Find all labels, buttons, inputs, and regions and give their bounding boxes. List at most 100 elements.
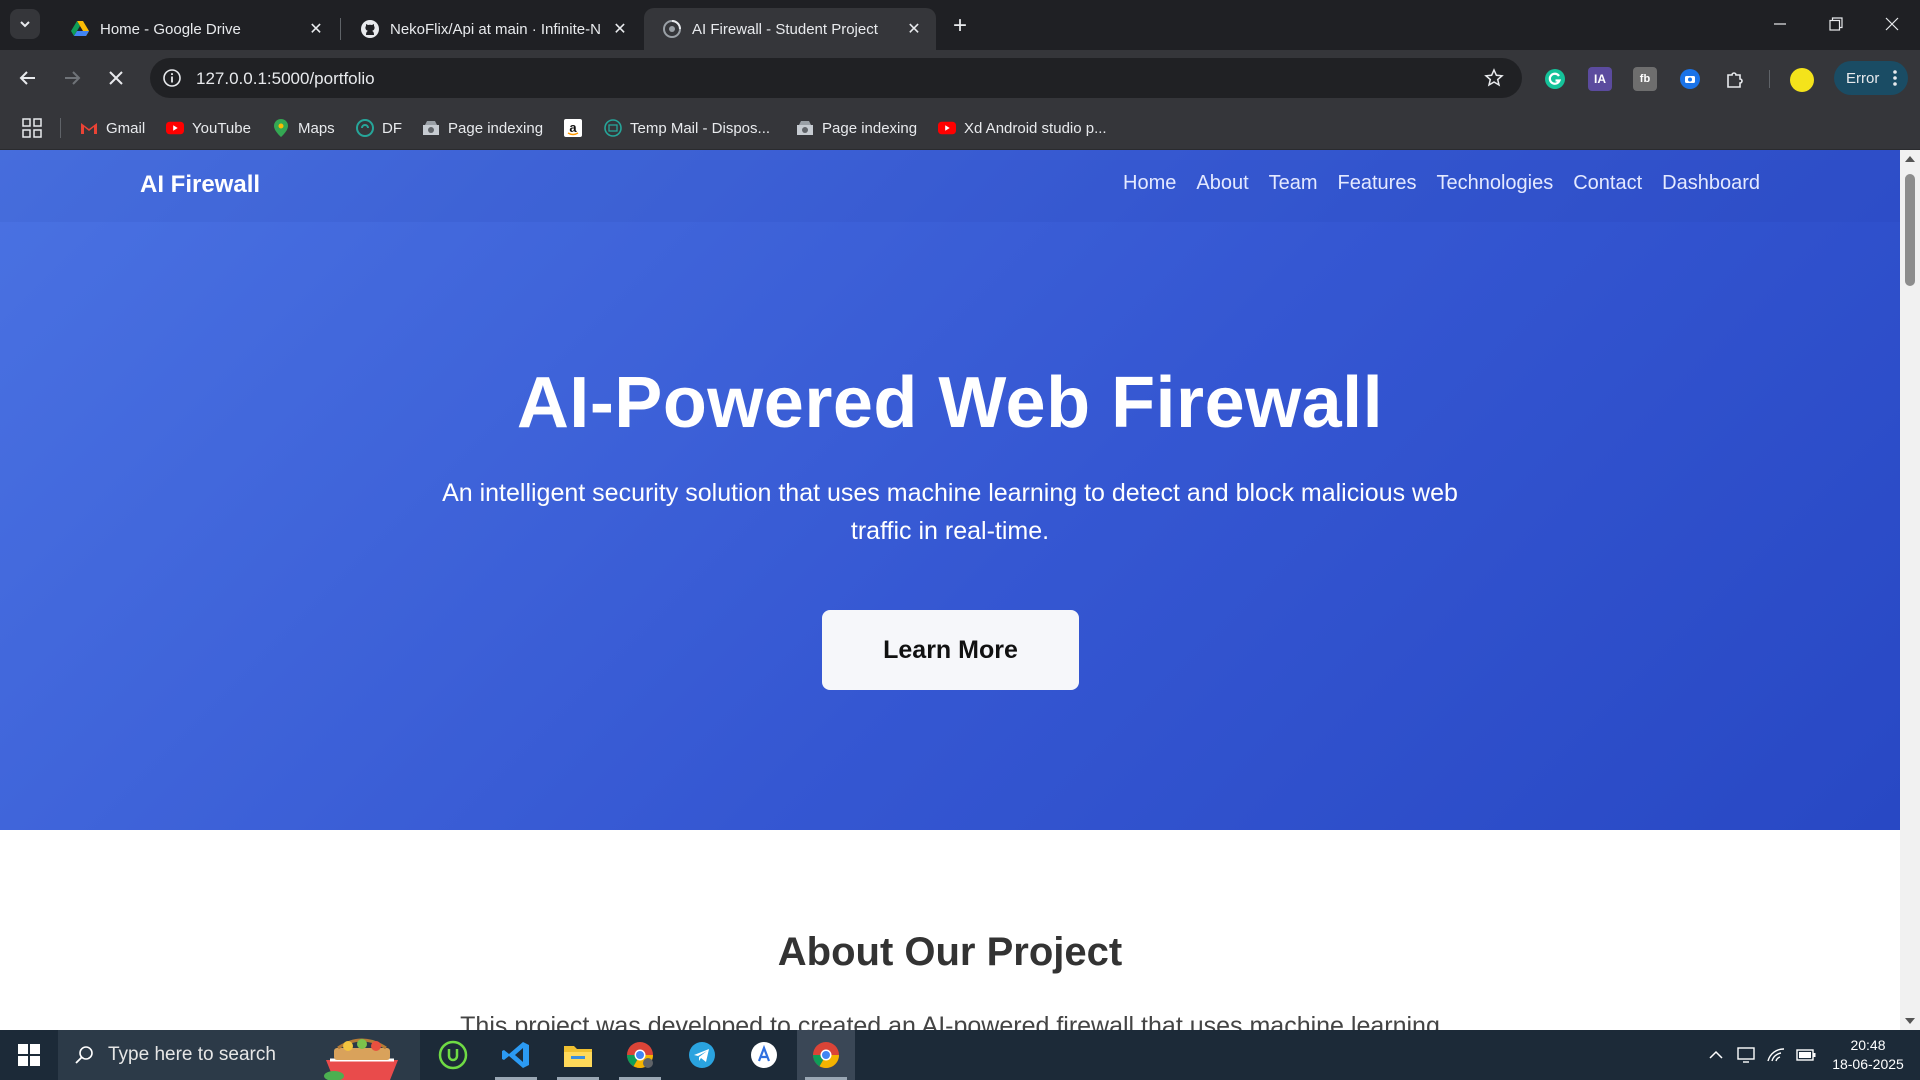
df-icon — [356, 119, 374, 137]
battery-tray-icon[interactable] — [1796, 1045, 1816, 1065]
more-vert-icon — [1893, 70, 1897, 86]
chevron-down-icon — [20, 21, 30, 28]
taskbar-upwork[interactable] — [424, 1030, 482, 1080]
taskbar-vscode[interactable] — [487, 1030, 545, 1080]
show-hidden-icons-button[interactable] — [1706, 1045, 1726, 1065]
battery-icon — [1796, 1049, 1816, 1061]
nav-link-home[interactable]: Home — [1123, 172, 1176, 195]
bookmark-label: Page indexing — [448, 119, 544, 137]
taskbar-file-explorer[interactable] — [549, 1030, 607, 1080]
bookmark-label: Maps — [298, 119, 335, 137]
url-text[interactable]: 127.0.0.1:5000/portfolio — [196, 69, 375, 89]
bookmarks-divider — [60, 118, 61, 138]
bookmark-label: Temp Mail - Dispos... — [630, 119, 771, 137]
taskbar-chrome-profile[interactable] — [611, 1030, 669, 1080]
taskbar-app-store[interactable] — [735, 1030, 793, 1080]
chrome-icon — [812, 1042, 840, 1069]
camera-extension-icon[interactable] — [1678, 67, 1702, 91]
bookmark-label: DF — [382, 119, 402, 137]
profile-avatar[interactable] — [1790, 68, 1814, 92]
github-icon — [360, 19, 380, 39]
nav-link-team[interactable]: Team — [1269, 172, 1318, 195]
bookmark-page-indexing[interactable]: Page indexing — [422, 116, 543, 140]
arrow-right-icon — [65, 71, 81, 85]
info-icon[interactable] — [162, 68, 182, 88]
error-label: Error — [1846, 69, 1880, 87]
tab-github[interactable]: NekoFlix/Api at main · Infinite-N ✕ — [342, 8, 642, 50]
apps-grid-icon[interactable] — [22, 118, 42, 138]
bookmark-xd-android-studio[interactable]: Xd Android studio p... — [938, 116, 1107, 140]
about-title: About Our Project — [777, 930, 1123, 974]
bookmark-maps[interactable]: Maps — [272, 116, 335, 140]
scroll-up-arrow-icon[interactable] — [1905, 156, 1915, 162]
taskbar-search-box[interactable]: Type here to search — [58, 1030, 420, 1080]
display-tray-icon[interactable] — [1736, 1045, 1756, 1065]
grammarly-icon[interactable] — [1543, 67, 1567, 91]
vscode-icon — [502, 1042, 529, 1068]
bookmark-df[interactable]: DF — [356, 116, 402, 140]
windows-logo-icon — [18, 1044, 40, 1066]
forward-button[interactable] — [56, 62, 88, 94]
close-icon[interactable]: ✕ — [610, 19, 630, 39]
nav-link-about[interactable]: About — [1196, 172, 1248, 195]
puzzle-extensions-icon[interactable] — [1723, 67, 1747, 91]
tab-strip: Home - Google Drive ✕ NekoFlix/Api at ma… — [0, 0, 1920, 50]
bookmark-label: Xd Android studio p... — [964, 119, 1107, 137]
close-icon[interactable]: ✕ — [904, 19, 924, 39]
taskbar-clock[interactable]: 20:48 18-06-2025 — [1826, 1036, 1910, 1074]
minimize-button[interactable] — [1752, 0, 1808, 48]
taskbar-chrome[interactable] — [797, 1030, 855, 1080]
site-brand[interactable]: AI Firewall — [140, 171, 260, 199]
bookmark-temp-mail[interactable]: Temp Mail - Dispos... — [604, 116, 770, 140]
fb-extension-icon[interactable]: fb — [1633, 67, 1657, 91]
bookmark-page-indexing-2[interactable]: Page indexing — [796, 116, 917, 140]
maps-icon — [272, 119, 290, 137]
amazon-icon: a — [564, 119, 582, 137]
nav-link-features[interactable]: Features — [1338, 172, 1417, 195]
page-scrollbar[interactable] — [1900, 150, 1920, 1030]
taskbar-telegram[interactable] — [673, 1030, 731, 1080]
stop-loading-button[interactable] — [100, 62, 132, 94]
hero-section: AI Firewall Home About Team Features Tec… — [0, 150, 1900, 830]
youtube-icon — [938, 119, 956, 137]
gmail-icon — [80, 119, 98, 137]
search-highlight-picnic-icon — [324, 1038, 398, 1080]
bookmark-amazon[interactable]: a — [564, 116, 590, 140]
tab-google-drive[interactable]: Home - Google Drive ✕ — [52, 8, 338, 50]
upwork-icon — [438, 1040, 468, 1070]
close-window-button[interactable] — [1864, 0, 1920, 48]
google-drive-icon — [70, 19, 90, 39]
search-placeholder: Type here to search — [108, 1044, 276, 1065]
tab-title: NekoFlix/Api at main · Infinite-N — [390, 20, 601, 38]
close-icon[interactable]: ✕ — [306, 19, 326, 39]
about-text: This project was developed to created an… — [460, 1012, 1440, 1030]
ia-extension-icon[interactable]: IA — [1588, 67, 1612, 91]
learn-more-button[interactable]: Learn More — [822, 610, 1079, 690]
tab-title: AI Firewall - Student Project — [692, 20, 878, 38]
portfolio-page: AI Firewall Home About Team Features Tec… — [0, 150, 1900, 1030]
new-tab-button[interactable]: + — [946, 12, 974, 40]
scroll-down-arrow-icon[interactable] — [1905, 1018, 1915, 1024]
nav-link-technologies[interactable]: Technologies — [1436, 172, 1553, 195]
profile-error-button[interactable]: Error — [1834, 61, 1908, 95]
nav-link-dashboard[interactable]: Dashboard — [1662, 172, 1760, 195]
network-tray-icon[interactable] — [1766, 1045, 1786, 1065]
svg-text:a: a — [569, 120, 577, 135]
tab-ai-firewall[interactable]: AI Firewall - Student Project ✕ — [644, 8, 936, 50]
bookmark-youtube[interactable]: YouTube — [166, 116, 251, 140]
start-button[interactable] — [0, 1030, 58, 1080]
back-button[interactable] — [12, 62, 44, 94]
scrollbar-thumb[interactable] — [1905, 174, 1915, 286]
bookmark-gmail[interactable]: Gmail — [80, 116, 145, 140]
bookmark-star-icon[interactable] — [1484, 68, 1504, 88]
hero-title: AI-Powered Web Firewall — [516, 363, 1384, 443]
tab-divider — [340, 18, 341, 40]
search-icon — [75, 1046, 93, 1064]
monitor-icon — [1737, 1047, 1755, 1063]
youtube-icon — [166, 119, 184, 137]
address-bar[interactable]: 127.0.0.1:5000/portfolio — [150, 58, 1522, 98]
nav-link-contact[interactable]: Contact — [1573, 172, 1642, 195]
tab-search-button[interactable] — [10, 9, 40, 39]
restore-button[interactable] — [1808, 0, 1864, 48]
restore-icon — [1829, 17, 1843, 31]
